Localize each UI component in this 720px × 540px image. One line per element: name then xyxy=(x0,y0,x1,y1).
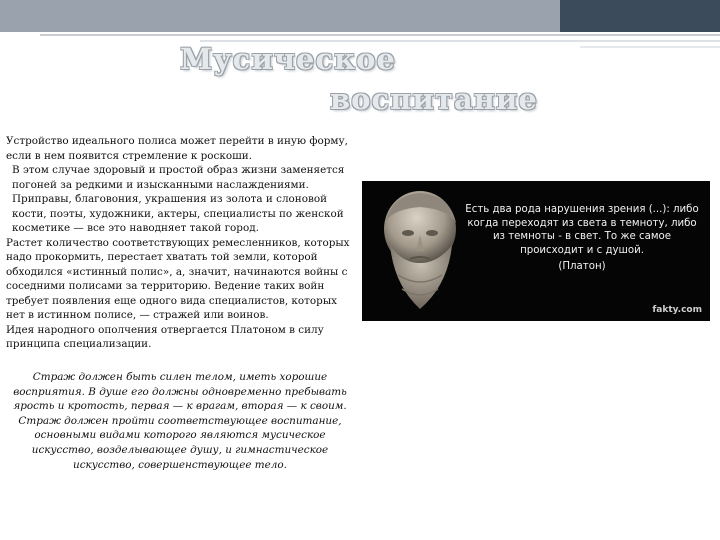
slide-title-line1: Мусическое xyxy=(180,42,396,76)
header-rule xyxy=(580,46,720,48)
quote-card: Есть два рода нарушения зрения (...): ли… xyxy=(362,181,710,321)
slide-title-line2: воспитание xyxy=(330,82,538,116)
header-band xyxy=(0,0,720,32)
header-band-grey xyxy=(0,0,560,32)
paragraph: Растет количество соответствующих ремесл… xyxy=(6,236,350,322)
paragraph: В этом случае здоровый и простой образ ж… xyxy=(12,164,345,234)
header-band-dark xyxy=(560,0,720,32)
header-rule xyxy=(40,34,720,36)
quote-text: Есть два рода нарушения зрения (...): ли… xyxy=(465,204,699,256)
body-text: Устройство идеального полиса может перей… xyxy=(6,134,358,352)
quote-author: (Платон) xyxy=(558,261,606,272)
italic-paragraph: Страж должен быть силен телом, иметь хор… xyxy=(13,371,347,471)
paragraph: Устройство идеального полиса может перей… xyxy=(6,135,348,162)
watermark-text: fakty.com xyxy=(652,305,702,315)
paragraph: Идея народного ополчения отвергается Пла… xyxy=(6,323,324,351)
